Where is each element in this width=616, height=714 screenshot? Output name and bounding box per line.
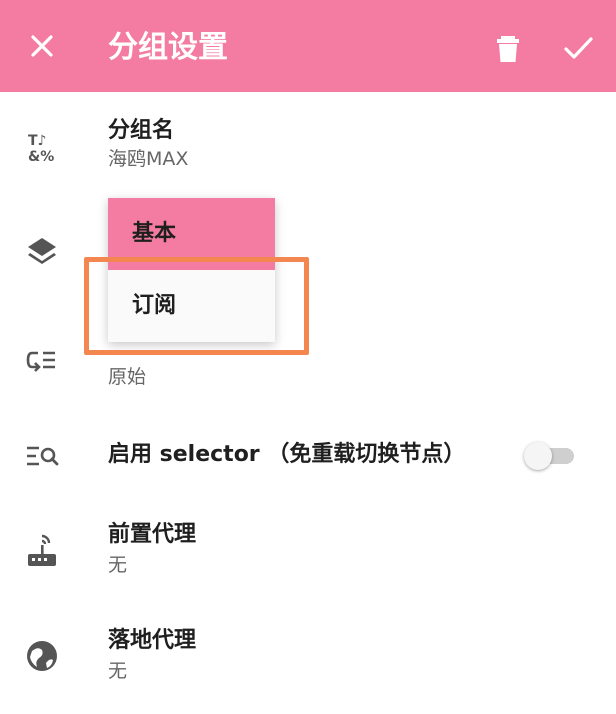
setting-landing-proxy[interactable]: 落地代理 无 [0, 624, 616, 688]
selector-toggle[interactable] [524, 442, 576, 470]
menu-item-basic-label: 基本 [132, 221, 177, 246]
router-icon [28, 534, 56, 566]
layers-icon [28, 238, 56, 264]
highlight-box [84, 257, 309, 355]
page-title: 分组设置 [108, 30, 228, 65]
setting-selector[interactable]: 启用 selector （免重载切换节点） [0, 432, 616, 480]
globe-icon [27, 641, 57, 671]
svg-text:&%: &% [28, 149, 54, 165]
sort-value: 原始 [108, 366, 147, 388]
close-icon[interactable] [22, 26, 62, 66]
setting-group-name[interactable]: T♪ &% 分组名 海鸥MAX [0, 112, 616, 182]
sort-icon [26, 351, 55, 372]
svg-text:T♪: T♪ [28, 133, 46, 149]
text-format-icon: T♪ &% [28, 133, 54, 165]
landing-proxy-value: 无 [108, 660, 128, 682]
landing-proxy-label: 落地代理 [108, 628, 197, 653]
setting-front-proxy[interactable]: 前置代理 无 [0, 518, 616, 582]
front-proxy-label: 前置代理 [108, 522, 197, 547]
group-name-value: 海鸥MAX [108, 148, 189, 170]
front-proxy-value: 无 [108, 554, 128, 576]
selector-label: 启用 selector （免重载切换节点） [108, 442, 466, 467]
list-search-icon [27, 446, 59, 466]
group-name-label: 分组名 [108, 118, 175, 143]
app-bar: 分组设置 [0, 0, 616, 92]
delete-icon[interactable] [488, 28, 528, 68]
check-icon[interactable] [558, 28, 598, 68]
toggle-thumb [524, 442, 552, 470]
